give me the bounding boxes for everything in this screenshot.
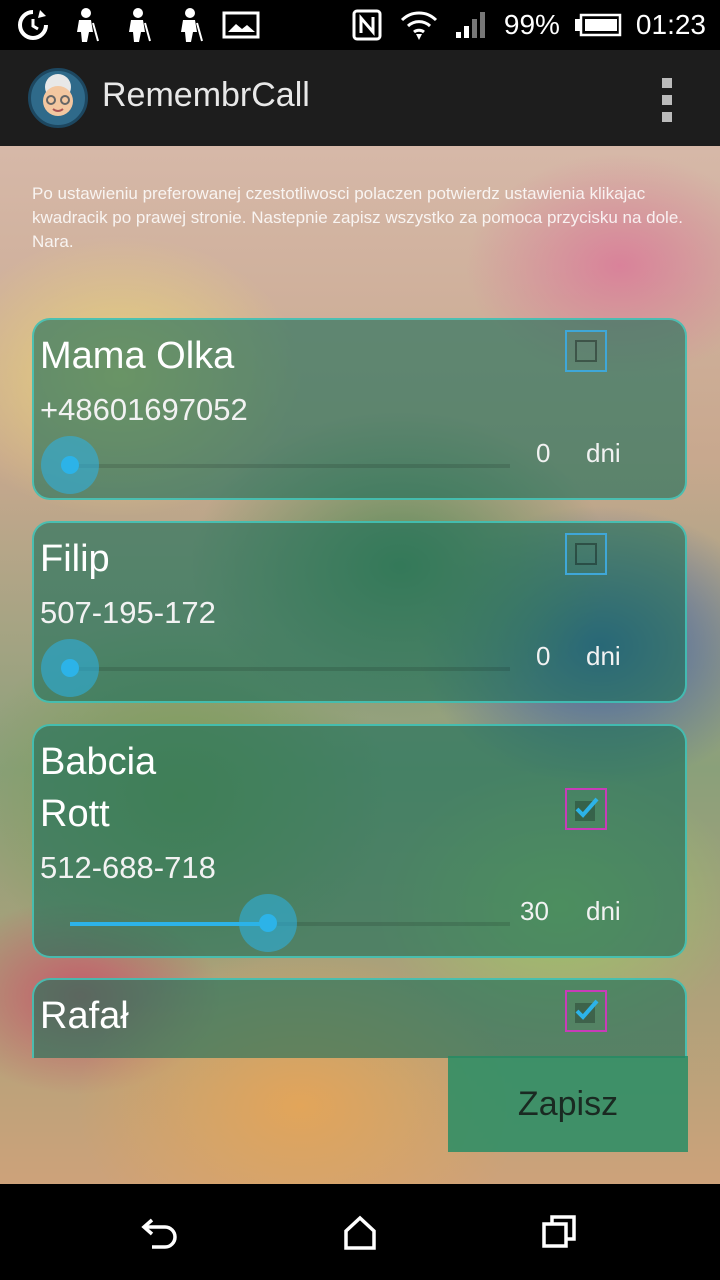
home-icon[interactable] — [336, 1208, 384, 1256]
contact-phone: +48601697052 — [40, 392, 248, 427]
instruction-text: Po ustawieniu preferowanej czestotliwosc… — [32, 184, 684, 251]
action-bar: RemembrCall — [0, 50, 720, 146]
confirm-checkbox[interactable] — [565, 533, 607, 575]
clock: 01:23 — [635, 9, 706, 40]
contact-name-line2: Rott — [40, 793, 110, 835]
sync-icon — [14, 6, 52, 44]
checkmark-icon — [575, 999, 599, 1023]
slider-thumb[interactable] — [41, 436, 99, 494]
contact-phone: 507-195-172 — [40, 595, 216, 630]
frequency-slider[interactable] — [70, 464, 510, 468]
nfc-icon — [348, 6, 386, 44]
battery-icon — [574, 6, 622, 44]
slider-thumb[interactable] — [41, 639, 99, 697]
recents-icon[interactable] — [536, 1208, 584, 1256]
image-icon — [222, 6, 260, 44]
battery-percent: 99% — [503, 9, 560, 40]
days-value: 0 — [536, 641, 551, 671]
confirm-checkbox[interactable] — [565, 990, 607, 1032]
app-title: RemembrCall — [102, 76, 310, 114]
contact-card: Babcia Rott 512-688-718 30 dni — [32, 724, 687, 958]
frequency-slider[interactable] — [70, 667, 510, 671]
days-unit: dni — [586, 438, 621, 468]
confirm-checkbox[interactable] — [565, 788, 607, 830]
contact-name: Rafał — [40, 995, 129, 1037]
navigation-bar — [0, 1184, 720, 1280]
save-button[interactable]: Zapisz — [448, 1056, 688, 1152]
contact-name: Filip — [40, 538, 110, 580]
content-area: Po ustawieniu preferowanej czestotliwosc… — [0, 146, 720, 1184]
slider-thumb[interactable] — [239, 894, 297, 952]
days-value: 0 — [536, 438, 551, 468]
elder-person-icon — [66, 6, 104, 44]
days-value: 30 — [520, 896, 549, 926]
days-unit: dni — [586, 641, 621, 671]
contact-name: Mama Olka — [40, 335, 235, 377]
contact-phone: 512-688-718 — [40, 850, 216, 885]
status-bar: 99% 01:23 — [0, 0, 720, 50]
back-icon[interactable] — [136, 1208, 184, 1256]
confirm-checkbox[interactable] — [565, 330, 607, 372]
contact-card: Rafał — [32, 978, 687, 1058]
checkmark-icon — [575, 797, 599, 821]
wifi-icon — [400, 6, 438, 44]
elder-person-icon — [118, 6, 156, 44]
days-unit: dni — [586, 896, 621, 926]
signal-icon — [452, 6, 490, 44]
overflow-menu-icon[interactable] — [660, 78, 674, 122]
contact-name-line1: Babcia — [40, 741, 157, 783]
elder-person-icon — [170, 6, 208, 44]
contact-card: Filip 507-195-172 0 dni — [32, 521, 687, 703]
contact-card: Mama Olka +48601697052 0 dni — [32, 318, 687, 500]
grandma-avatar-icon — [28, 68, 88, 128]
